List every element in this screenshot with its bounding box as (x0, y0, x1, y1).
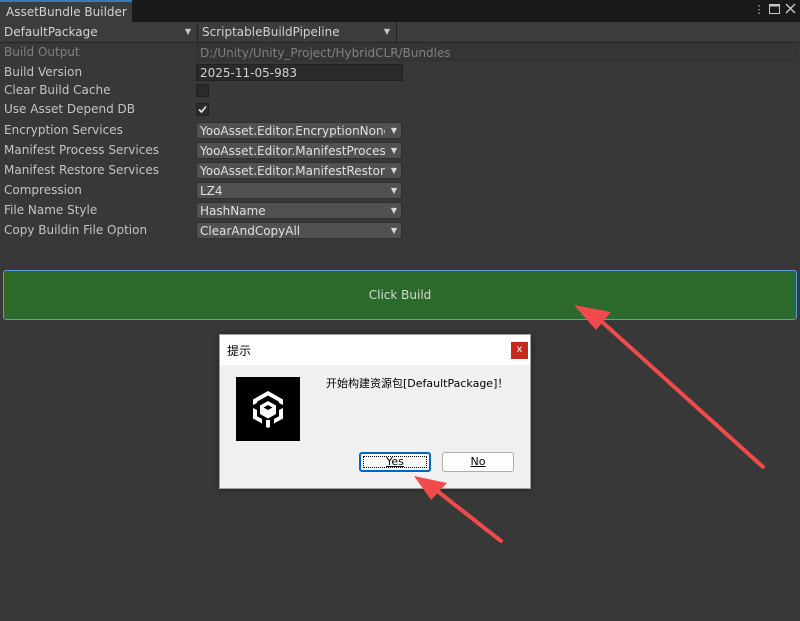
build-version-input[interactable]: 2025-11-05-983 (196, 64, 403, 81)
tab-strip: AssetBundle Builder ⋮ (0, 0, 800, 22)
compression-value: LZ4 (200, 184, 223, 198)
dialog-title: 提示 (227, 344, 252, 358)
maximize-icon[interactable] (767, 3, 781, 17)
compression-label: Compression (4, 183, 82, 197)
manifest-restore-services-value: YooAsset.Editor.ManifestRestoreNone (200, 164, 385, 178)
chevron-down-icon: ▼ (390, 186, 397, 195)
chevron-down-icon: ▼ (390, 166, 397, 175)
toolbar: DefaultPackage ▼ ScriptableBuildPipeline… (0, 22, 800, 43)
yes-button[interactable]: Yes (359, 452, 431, 472)
encryption-services-label: Encryption Services (4, 123, 123, 137)
manifest-process-services-label: Manifest Process Services (4, 143, 159, 157)
unity-logo-icon (236, 377, 300, 441)
pipeline-dropdown[interactable]: ScriptableBuildPipeline ▼ (198, 22, 397, 42)
chevron-down-icon: ▼ (184, 27, 191, 36)
pipeline-dropdown-label: ScriptableBuildPipeline (202, 25, 340, 39)
use-asset-depend-db-checkbox[interactable] (196, 103, 209, 116)
copy-buildin-file-option-dropdown[interactable]: ClearAndCopyAll ▼ (196, 222, 402, 239)
clear-build-cache-checkbox[interactable] (196, 84, 209, 97)
file-name-style-label: File Name Style (4, 203, 98, 217)
close-icon[interactable] (783, 3, 797, 17)
copy-buildin-file-option-label: Copy Buildin File Option (4, 223, 148, 237)
compression-dropdown[interactable]: LZ4 ▼ (196, 182, 402, 199)
kebab-menu-icon[interactable]: ⋮ (752, 3, 766, 17)
chevron-down-icon: ▼ (390, 226, 397, 235)
encryption-services-dropdown[interactable]: YooAsset.Editor.EncryptionNone ▼ (196, 122, 402, 139)
build-version-label: Build Version (4, 65, 83, 79)
manifest-restore-services-label: Manifest Restore Services (4, 163, 159, 177)
copy-buildin-file-option-value: ClearAndCopyAll (200, 224, 301, 238)
manifest-process-services-value: YooAsset.Editor.ManifestProcessNone (200, 144, 385, 158)
message-dialog: 提示 x 开始构建资源包[DefaultPackage]！ Yes No (219, 334, 531, 489)
chevron-down-icon: ▼ (390, 146, 397, 155)
dialog-close-button[interactable]: x (511, 342, 528, 359)
manifest-restore-services-dropdown[interactable]: YooAsset.Editor.ManifestRestoreNone ▼ (196, 162, 402, 179)
checkmark-icon (198, 105, 207, 114)
chevron-down-icon: ▼ (383, 27, 390, 36)
manifest-process-services-dropdown[interactable]: YooAsset.Editor.ManifestProcessNone ▼ (196, 142, 402, 159)
clear-build-cache-label: Clear Build Cache (4, 83, 111, 97)
package-dropdown[interactable]: DefaultPackage ▼ (0, 22, 198, 42)
build-output-label: Build Output (4, 45, 80, 59)
dialog-message: 开始构建资源包[DefaultPackage]！ (326, 377, 509, 390)
window-tab[interactable]: AssetBundle Builder (0, 0, 132, 22)
chevron-down-icon: ▼ (390, 206, 397, 215)
build-output-field: D:/Unity/Unity_Project/HybridCLR/Bundles (196, 44, 798, 61)
package-dropdown-label: DefaultPackage (4, 25, 98, 39)
click-build-button[interactable]: Click Build (3, 270, 797, 320)
use-asset-depend-db-label: Use Asset Depend DB (4, 102, 135, 116)
chevron-down-icon: ▼ (390, 126, 397, 135)
annotation-arrow-build (574, 305, 765, 469)
file-name-style-dropdown[interactable]: HashName ▼ (196, 202, 402, 219)
dialog-title-bar: 提示 x (220, 335, 530, 365)
file-name-style-value: HashName (200, 204, 266, 218)
no-button[interactable]: No (442, 452, 514, 472)
encryption-services-value: YooAsset.Editor.EncryptionNone (200, 124, 385, 138)
